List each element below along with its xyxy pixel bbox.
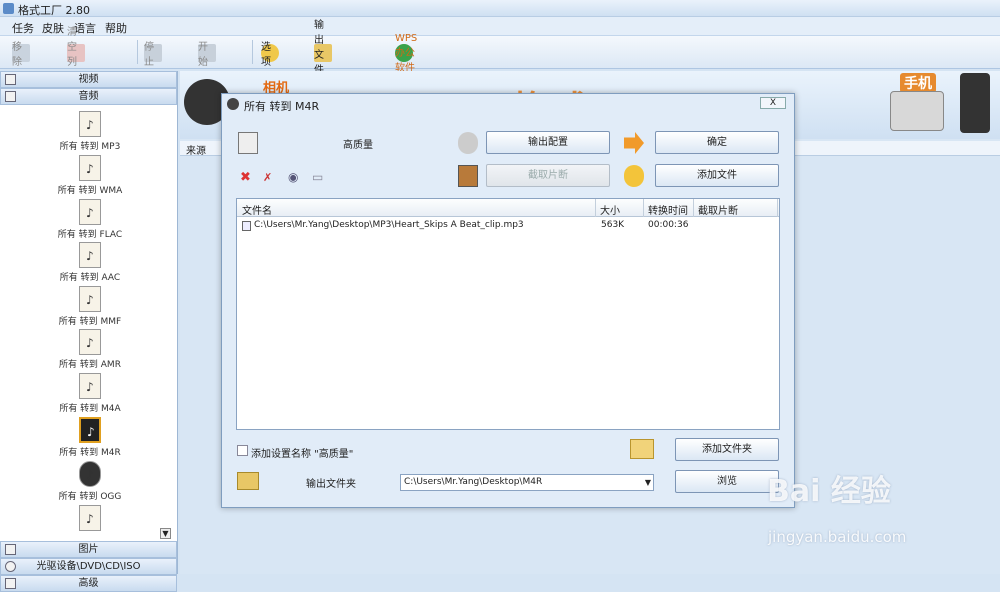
menu-skin[interactable]: 皮肤: [42, 20, 64, 36]
title-bar: 格式工厂 2.80: [0, 0, 1000, 17]
column-divider: [643, 199, 644, 217]
film-clip-icon: [458, 165, 478, 187]
video-category-icon: [5, 74, 16, 85]
format-item-aac[interactable]: 所有 转到 AAC: [40, 242, 140, 283]
format-item-partial[interactable]: [40, 505, 140, 531]
arrow-right-icon: [624, 132, 644, 154]
file-size: 563K: [601, 220, 625, 230]
format-item-amr[interactable]: 所有 转到 AMR: [40, 329, 140, 370]
file-list-header: 文件名 大小 转换时间 截取片断: [237, 199, 779, 217]
column-filename[interactable]: 文件名: [242, 202, 272, 217]
stop-button[interactable]: 停止: [144, 42, 162, 68]
dialog-title: 所有 转到 M4R: [244, 100, 320, 113]
format-item-wma[interactable]: 所有 转到 WMA: [40, 155, 140, 196]
output-folder-label: 输出文件夹: [306, 479, 356, 490]
dialog-title-bar: 所有 转到 M4R X: [222, 94, 794, 114]
quality-label: 高质量: [343, 140, 373, 151]
app-icon: [3, 3, 14, 14]
add-file-button[interactable]: 添加文件: [655, 164, 779, 187]
watermark-url: jingyan.baidu.com: [768, 528, 907, 546]
audio-category-icon: [5, 91, 16, 102]
window-title: 格式工厂 2.80: [18, 4, 90, 17]
file-convert-time: 00:00:36: [648, 220, 689, 230]
column-divider: [595, 199, 596, 217]
toolbar-separator: [252, 40, 253, 64]
dialog-icon: [227, 98, 239, 110]
clear-file-icon[interactable]: ✗: [263, 171, 272, 184]
start-button[interactable]: 开始: [198, 42, 216, 68]
output-folder-button[interactable]: 输出文件夹: [314, 20, 332, 91]
toolbar: 移除 清空列表 停止 开始 选项 输出文件夹 WPS办公软件: [0, 20, 1000, 91]
output-folder-icon: [237, 472, 259, 490]
output-path-select[interactable]: C:\Users\Mr.Yang\Desktop\M4R ▼: [400, 474, 654, 491]
play-icon[interactable]: ◉: [288, 170, 298, 184]
mp3-file-icon: [79, 111, 101, 137]
picture-category-icon: [5, 544, 16, 555]
append-setting-label: 添加设置名称 "高质量": [251, 449, 354, 460]
m4a-file-icon: [79, 373, 101, 399]
convert-dialog: 所有 转到 M4R X 高质量 输出配置 确定 ✖ ✗ ◉ ▭ 截取片断 添加文…: [221, 93, 795, 508]
menu-task[interactable]: 任务: [12, 20, 34, 36]
phone-label: 手机: [900, 73, 936, 93]
dialog-close-button[interactable]: X: [760, 97, 786, 109]
chevron-down-icon: ▼: [644, 478, 651, 487]
amr-file-icon: [79, 329, 101, 355]
column-divider: [777, 199, 778, 217]
smartphone-icon: [960, 73, 990, 133]
mmf-file-icon: [79, 286, 101, 312]
category-video[interactable]: 视频: [0, 71, 177, 88]
info-icon[interactable]: ▭: [312, 170, 323, 184]
m4r-format-icon: [238, 132, 258, 154]
add-folder-button[interactable]: 添加文件夹: [675, 438, 779, 461]
wps-button[interactable]: WPS办公软件: [395, 33, 417, 74]
menu-help[interactable]: 帮助: [105, 20, 127, 36]
category-rom-device[interactable]: 光驱设备\DVD\CD\ISO: [0, 558, 177, 575]
ogg-file-icon: [79, 461, 101, 487]
column-divider: [693, 199, 694, 217]
file-name: C:\Users\Mr.Yang\Desktop\MP3\Heart_Skips…: [254, 220, 524, 230]
aac-file-icon: [79, 242, 101, 268]
clip-button[interactable]: 截取片断: [486, 164, 610, 187]
append-setting-checkbox[interactable]: [237, 445, 248, 456]
format-item-flac[interactable]: 所有 转到 FLAC: [40, 199, 140, 240]
format-item-m4r[interactable]: 所有 转到 M4R: [40, 417, 140, 458]
wma-file-icon: [79, 155, 101, 181]
column-convert-time[interactable]: 转换时间: [648, 202, 688, 217]
menu-bar: 任务 皮肤 语言 帮助: [0, 17, 1000, 36]
audio-format-list: 所有 转到 MP3 所有 转到 WMA 所有 转到 FLAC 所有 转到 AAC…: [0, 105, 177, 541]
format-item-mmf[interactable]: 所有 转到 MMF: [40, 286, 140, 327]
ok-button[interactable]: 确定: [655, 131, 779, 154]
toolbar-separator: [137, 40, 138, 64]
watermark-logo: Bai 经验: [767, 474, 891, 509]
advanced-category-icon: [5, 578, 16, 589]
delete-icon[interactable]: ✖: [240, 170, 251, 185]
sidebar: 视频 音频 所有 转到 MP3 所有 转到 WMA 所有 转到 FLAC 所有 …: [0, 71, 178, 592]
config-gear-icon: [458, 132, 478, 154]
flac-file-icon: [79, 199, 101, 225]
audio-file-icon: [242, 221, 251, 231]
column-source: 来源: [186, 146, 206, 157]
browse-button[interactable]: 浏览: [675, 470, 779, 493]
scroll-down-button[interactable]: ▼: [160, 528, 171, 539]
category-audio[interactable]: 音频: [0, 88, 177, 105]
format-item-mp3[interactable]: 所有 转到 MP3: [40, 111, 140, 152]
file-icon: [79, 505, 101, 531]
file-list: 文件名 大小 转换时间 截取片断 C:\Users\Mr.Yang\Deskto…: [236, 198, 780, 430]
disc-icon: [5, 561, 16, 572]
clear-list-button[interactable]: 清空列表: [67, 27, 85, 83]
add-file-icon: [624, 165, 644, 187]
file-row[interactable]: C:\Users\Mr.Yang\Desktop\MP3\Heart_Skips…: [237, 219, 779, 233]
column-size[interactable]: 大小: [600, 202, 620, 217]
format-item-m4a[interactable]: 所有 转到 M4A: [40, 373, 140, 414]
category-advanced[interactable]: 高级: [0, 575, 177, 592]
column-clip[interactable]: 截取片断: [698, 202, 738, 217]
folder-add-icon: [630, 439, 654, 459]
options-button[interactable]: 选项: [261, 42, 279, 68]
output-config-button[interactable]: 输出配置: [486, 131, 610, 154]
m4r-file-icon: [79, 417, 101, 443]
remove-button[interactable]: 移除: [12, 42, 30, 68]
format-item-ogg[interactable]: 所有 转到 OGG: [40, 461, 140, 502]
category-picture[interactable]: 图片: [0, 541, 177, 558]
phone-device-icon: [890, 91, 944, 131]
